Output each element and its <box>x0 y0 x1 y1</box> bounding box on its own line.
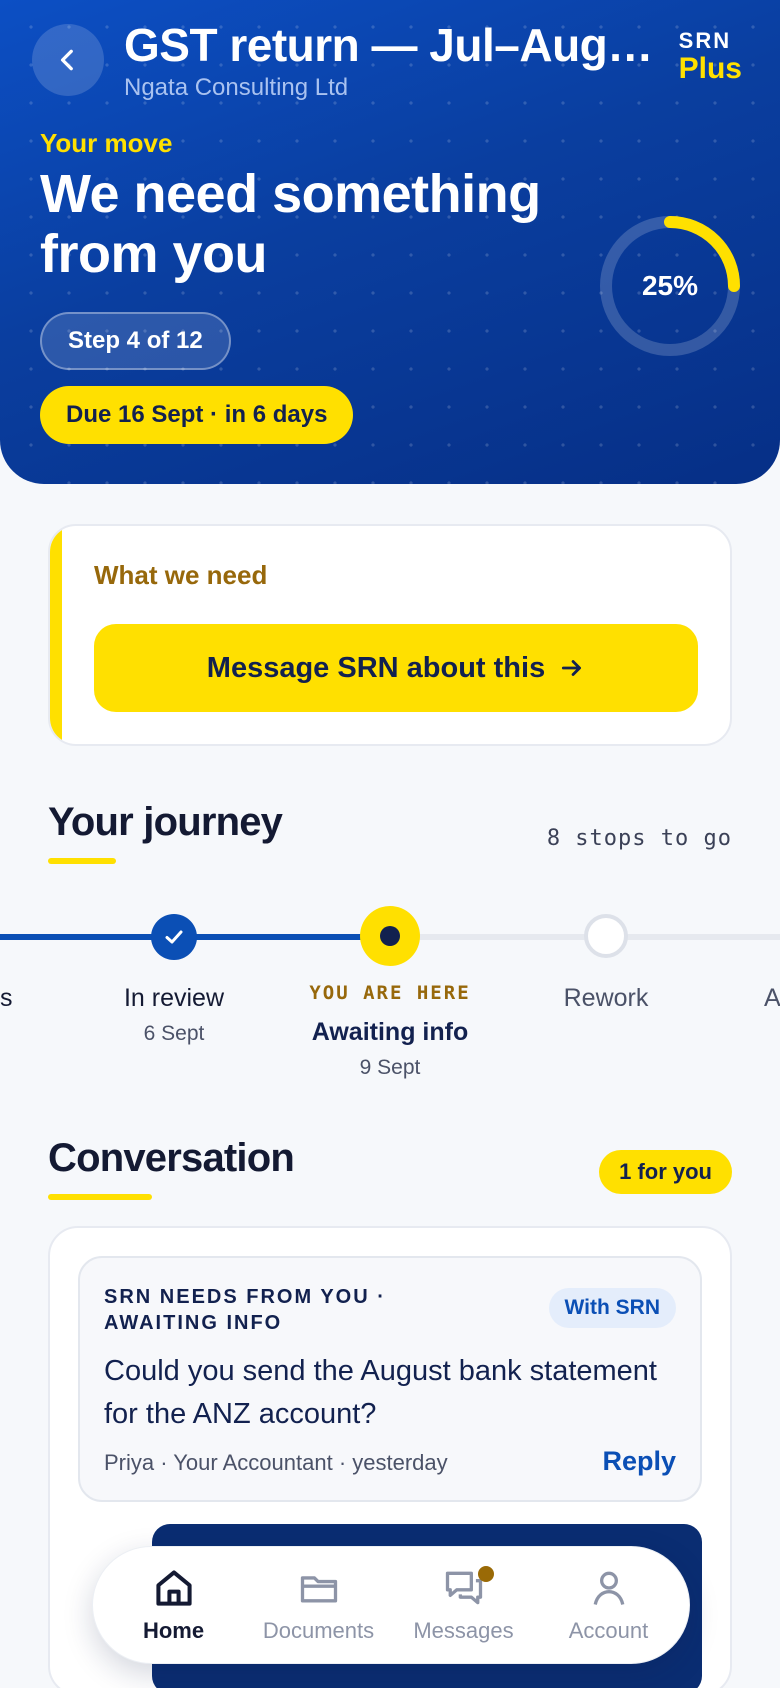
for-you-badge: 1 for you <box>599 1150 732 1194</box>
step-label-awaiting-info: Awaiting info <box>311 1018 469 1046</box>
conversation-title-underline <box>48 1194 152 1200</box>
progress-percent: 25% <box>641 270 699 301</box>
nav-item-home[interactable]: Home <box>104 1566 244 1644</box>
step-node-rework[interactable] <box>584 914 628 958</box>
conversation-title: Conversation <box>48 1136 295 1180</box>
unread-indicator <box>477 1566 494 1582</box>
reply-button[interactable]: Reply <box>602 1446 676 1477</box>
stops-remaining: 8 stops to go <box>546 826 732 851</box>
folder-icon <box>300 1576 337 1603</box>
message-meta: Priya · Your Accountant · yesterday <box>104 1450 448 1475</box>
message-body: Could you send the August bank statement… <box>104 1355 657 1430</box>
you-are-here-label: YOU ARE HERE <box>309 982 471 1004</box>
nav-item-messages[interactable]: Messages <box>394 1566 534 1644</box>
bottom-nav: Home Documents Messages Account <box>92 1546 690 1664</box>
nav-item-documents[interactable]: Documents <box>249 1566 389 1644</box>
step-label-next: A <box>764 984 780 1012</box>
step-node-awaiting-info[interactable] <box>360 906 420 966</box>
checkmark-icon <box>165 930 183 944</box>
message-item[interactable]: SRN needs from you · Awaiting info With … <box>78 1256 702 1502</box>
step-date-awaiting-info: 9 Sept <box>359 1056 421 1079</box>
status-badge: With SRN <box>548 1288 676 1328</box>
nav-label-home: Home <box>142 1618 205 1643</box>
step-label-in-review: In review <box>123 984 225 1012</box>
step-pill: Step 4 of 12 <box>40 312 231 370</box>
what-we-need-card: What we need Message SRN about this <box>48 524 732 746</box>
step-node-in-review[interactable] <box>151 914 197 960</box>
journey-title-underline <box>48 858 116 864</box>
message-tag: SRN needs from you · Awaiting info <box>104 1286 386 1334</box>
nav-label-account: Account <box>568 1618 649 1643</box>
page-title: GST return — Jul–Aug 2025 <box>124 19 664 71</box>
chevron-left-icon <box>60 49 73 71</box>
brand-logo: SRN Plus <box>679 28 742 86</box>
brand-tier: Plus <box>678 52 742 85</box>
nav-label-messages: Messages <box>413 1618 514 1643</box>
home-icon <box>155 1570 192 1606</box>
journey-title: Your journey <box>48 800 283 844</box>
nav-item-account[interactable]: Account <box>539 1566 679 1644</box>
company-name: Ngata Consulting Ltd <box>124 74 349 101</box>
step-label-rework: Rework <box>563 984 649 1012</box>
header-hero: GST return — Jul–Aug 2025 Ngata Consulti… <box>0 0 780 484</box>
card-accent-bar <box>50 526 62 744</box>
user-icon <box>593 1571 624 1605</box>
what-we-need-label: What we need <box>94 560 268 590</box>
brand-name: SRN <box>678 28 732 53</box>
message-srn-button[interactable]: Message SRN about this <box>94 624 698 712</box>
back-button[interactable] <box>32 24 104 96</box>
due-date-pill: Due 16 Sept · in 6 days <box>40 386 354 444</box>
arrow-right-icon <box>562 660 582 676</box>
nav-label-documents: Documents <box>262 1618 375 1643</box>
current-step-dot <box>380 926 400 946</box>
step-date-in-review: 6 Sept <box>143 1022 205 1045</box>
status-headline: We need something from you <box>40 164 541 284</box>
message-srn-button-label: Message SRN about this <box>206 651 546 684</box>
status-eyebrow: Your move <box>40 128 173 158</box>
